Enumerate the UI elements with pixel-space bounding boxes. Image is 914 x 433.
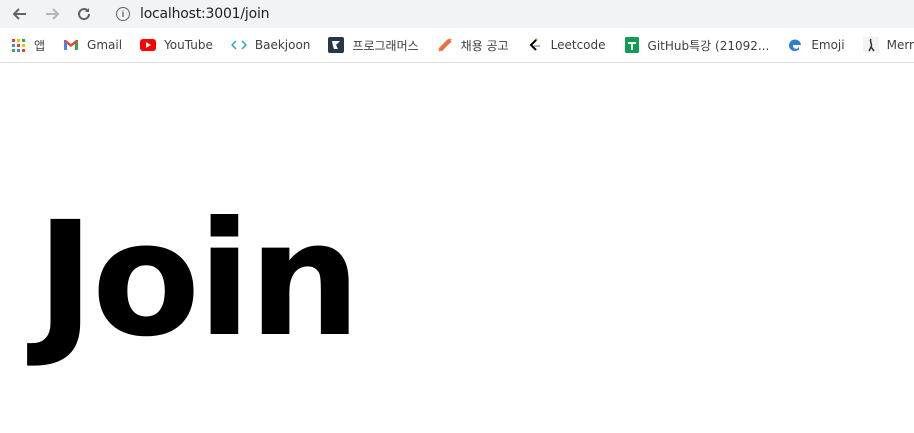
bookmark-apps[interactable]: 앱 (0, 32, 53, 58)
bookmark-label: Gmail (87, 38, 123, 52)
bookmark-baekjoon[interactable]: Baekjoon (221, 32, 319, 58)
bookmark-gmail[interactable]: Gmail (53, 32, 130, 58)
bookmark-label: Baekjoon (254, 38, 311, 52)
url-text[interactable]: localhost:3001/join (140, 6, 270, 22)
bookmark-mermaid[interactable]: Mermaid (853, 32, 914, 58)
mermaid-icon (862, 37, 879, 53)
bookmark-emoji[interactable]: Emoji (777, 32, 852, 58)
rocket-icon (437, 37, 453, 53)
bookmark-label: 채용 공고 (460, 38, 509, 53)
bookmark-youtube[interactable]: YouTube (130, 32, 221, 58)
apps-grid-icon (10, 37, 26, 53)
edge-icon (787, 37, 803, 53)
bookmark-label: 프로그래머스 (352, 38, 419, 53)
bookmark-leetcode[interactable]: Leetcode (517, 32, 614, 58)
info-icon[interactable]: i (116, 7, 130, 21)
reload-button[interactable] (72, 2, 96, 26)
bookmark-label: GitHub특강 (21092... (647, 38, 770, 53)
page-title: Join (36, 188, 361, 372)
reload-icon (78, 8, 91, 21)
arrow-left-icon (12, 8, 26, 20)
code-brackets-icon (230, 37, 247, 53)
youtube-icon (140, 37, 157, 53)
page-content: Join (0, 64, 914, 433)
leetcode-icon (527, 37, 543, 53)
bookmark-programmers[interactable]: 프로그래머스 (318, 32, 426, 58)
bookmarks-bar: 앱 Gmail YouTube Baekjoon 프로그래머스 채용 공고 Le… (0, 28, 914, 63)
bookmark-label: YouTube (164, 38, 213, 52)
address-bar[interactable]: i localhost:3001/join (106, 0, 914, 28)
bookmark-github-lecture[interactable]: GitHub특강 (21092... (614, 32, 778, 58)
back-button[interactable] (8, 2, 32, 26)
forward-button[interactable] (40, 2, 64, 26)
arrow-right-icon (46, 8, 60, 20)
bookmark-label: 앱 (34, 38, 46, 53)
bookmark-label: Emoji (811, 38, 845, 52)
bookmark-label: Mermaid (886, 38, 914, 52)
google-sheets-icon (624, 37, 640, 53)
gmail-icon (63, 37, 79, 53)
programmers-icon (328, 37, 345, 53)
bookmark-jobs[interactable]: 채용 공고 (427, 32, 517, 58)
bookmark-label: Leetcode (550, 38, 606, 52)
